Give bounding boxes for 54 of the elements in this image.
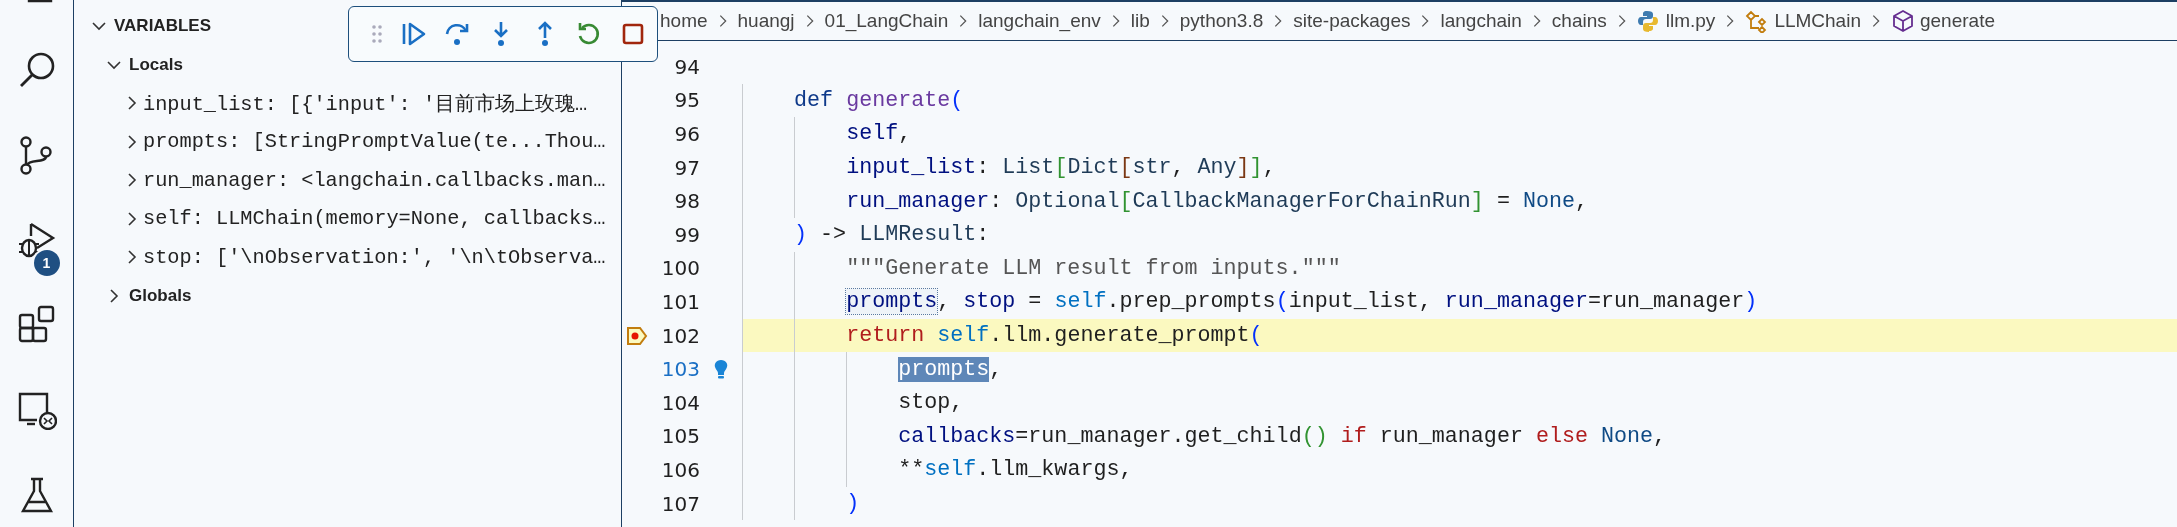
lightbulb-icon[interactable]: [713, 358, 729, 381]
line-number: 107: [660, 491, 700, 516]
breadcrumb-item[interactable]: huangj: [737, 10, 795, 32]
cube-icon: [1891, 9, 1913, 33]
code-line: def generate(: [742, 83, 2177, 118]
python-icon: [1636, 9, 1659, 33]
line-number: 105: [660, 424, 700, 449]
extensions-icon[interactable]: [16, 304, 57, 345]
variable-entry[interactable]: stop: ['\nObservation:', '\n\tObserva…: [143, 245, 606, 269]
breadcrumb-item[interactable]: lib: [1130, 10, 1150, 32]
notification-badge: 1: [31, 248, 62, 278]
variable-entry[interactable]: run_manager: <langchain.callbacks.man…: [143, 168, 606, 192]
line-number: 99: [673, 222, 700, 247]
line-number: 96: [673, 122, 700, 146]
breadcrumb-item[interactable]: chains: [1551, 10, 1607, 32]
line-number: 103: [660, 357, 700, 382]
line-number: 101: [660, 289, 700, 314]
scope-label[interactable]: Globals: [129, 285, 192, 306]
code-line: prompts, stop = self.prep_prompts(input_list, run_manager=run_manager): [742, 285, 2177, 319]
line-number: 97: [673, 155, 700, 180]
variable-entry[interactable]: prompts: [StringPromptValue(te...Thou…: [143, 130, 606, 154]
code-line: ) -> LLMResult:: [742, 217, 2177, 252]
line-number: 95: [673, 88, 700, 113]
code-line: prompts,: [742, 352, 2177, 386]
line-number: 94: [673, 54, 700, 79]
breadcrumb-item[interactable]: LLMChain: [1774, 10, 1861, 32]
breadcrumb-item[interactable]: langchain_env: [978, 10, 1101, 32]
code-line: run_manager: Optional[CallbackManagerForChainRun] = None,: [742, 184, 2177, 218]
class-icon: [1745, 9, 1768, 33]
variable-entry[interactable]: input_list: [{'input': '目前市场上玫瑰…: [143, 89, 588, 118]
code-line: self,: [742, 117, 2177, 151]
line-number: 104: [660, 390, 700, 415]
breadcrumb-item[interactable]: langchain: [1440, 10, 1522, 32]
breadcrumb-item[interactable]: site-packages: [1293, 10, 1411, 32]
breadcrumb-item[interactable]: python3.8: [1179, 10, 1264, 32]
code-line: ): [742, 486, 2177, 521]
code-line: input_list: List[Dict[str, Any]],: [742, 150, 2177, 185]
line-number: 106: [660, 457, 700, 482]
line-number: 98: [673, 189, 700, 214]
drag-handle[interactable]: [371, 24, 383, 44]
scope-label[interactable]: Locals: [129, 54, 183, 75]
section-title[interactable]: VARIABLES: [114, 16, 211, 37]
breadcrumb-item[interactable]: home: [660, 10, 708, 32]
code-line: stop,: [742, 385, 2177, 420]
code-line: **self.llm_kwargs,: [742, 453, 2177, 487]
breadcrumb-item[interactable]: generate: [1920, 10, 1995, 32]
breadcrumb-item[interactable]: llm.py: [1665, 10, 1716, 32]
line-number: 100: [660, 256, 700, 281]
breadcrumb-item[interactable]: 01_LangChain: [824, 10, 949, 32]
breakpoint-arrow-icon[interactable]: [626, 324, 648, 347]
code-line: """Generate LLM result from inputs.""": [742, 251, 2177, 286]
line-number: 102: [660, 323, 700, 348]
code-line: callbacks=run_manager.get_child() if run_manager else None,: [742, 419, 2177, 454]
variable-entry[interactable]: self: LLMChain(memory=None, callbacks…: [143, 207, 606, 231]
